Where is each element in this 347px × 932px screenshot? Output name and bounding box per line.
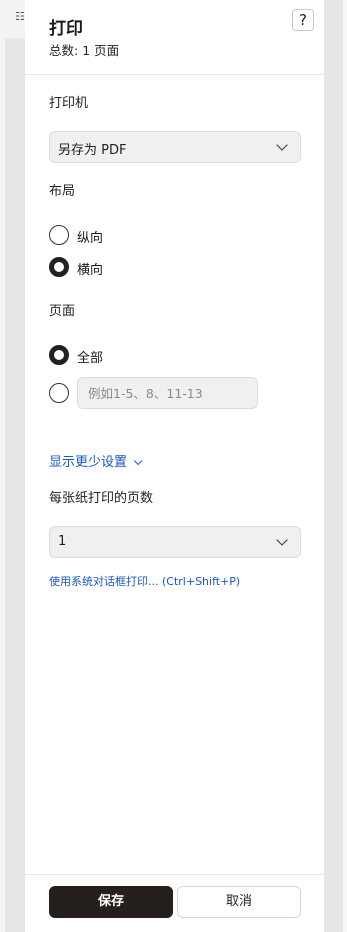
layout-portrait-label: 纵向: [77, 231, 104, 246]
chevron-down-icon: [276, 139, 288, 151]
header-divider: [25, 74, 324, 75]
show-fewer-settings-link[interactable]: 显示更少设置: [49, 451, 143, 470]
help-button[interactable]: ?: [292, 9, 314, 31]
chevron-down-icon: [276, 534, 288, 546]
radio-pages-all[interactable]: [49, 345, 69, 365]
radio-pages-custom[interactable]: [49, 383, 69, 403]
print-dialog-panel: ? 打印 总数: 1 页面 打印机 另存为 PDF 布局 纵向 横向 页面 全部 …: [25, 0, 324, 932]
page-count-value: 1 页面: [82, 43, 120, 58]
custom-pages-input[interactable]: [77, 377, 258, 409]
chevron-down-icon: [133, 456, 143, 466]
dialog-title: 打印: [49, 19, 83, 39]
pages-per-sheet-label: 每张纸打印的页数: [49, 491, 154, 506]
pages-label: 页面: [49, 304, 76, 319]
list-icon[interactable]: ☷: [15, 11, 25, 22]
page-count: 总数: 1 页面: [49, 40, 119, 59]
save-button[interactable]: 保存: [49, 886, 173, 918]
cancel-button[interactable]: 取消: [177, 886, 301, 918]
show-fewer-settings-label: 显示更少设置: [49, 455, 128, 470]
preview-background: [324, 0, 347, 932]
footer-divider: [25, 874, 324, 875]
pages-per-sheet-select[interactable]: 1: [49, 526, 301, 558]
system-dialog-link[interactable]: 使用系统对话框打印... (Ctrl+Shift+P): [49, 573, 240, 589]
printer-label: 打印机: [49, 96, 89, 111]
pages-all-label: 全部: [77, 351, 104, 366]
radio-landscape[interactable]: [49, 257, 69, 277]
layout-landscape-label: 横向: [77, 263, 104, 278]
scrollbar-track[interactable]: [343, 0, 347, 932]
printer-selected-value: 另存为 PDF: [58, 143, 127, 158]
page-count-label: 总数:: [49, 43, 79, 58]
printer-select[interactable]: 另存为 PDF: [49, 131, 301, 163]
page-preview-edge: [5, 38, 25, 932]
pages-per-sheet-value: 1: [58, 534, 67, 549]
document-preview-area: ☷: [0, 0, 25, 932]
radio-portrait[interactable]: [49, 225, 69, 245]
layout-label: 布局: [49, 184, 76, 199]
